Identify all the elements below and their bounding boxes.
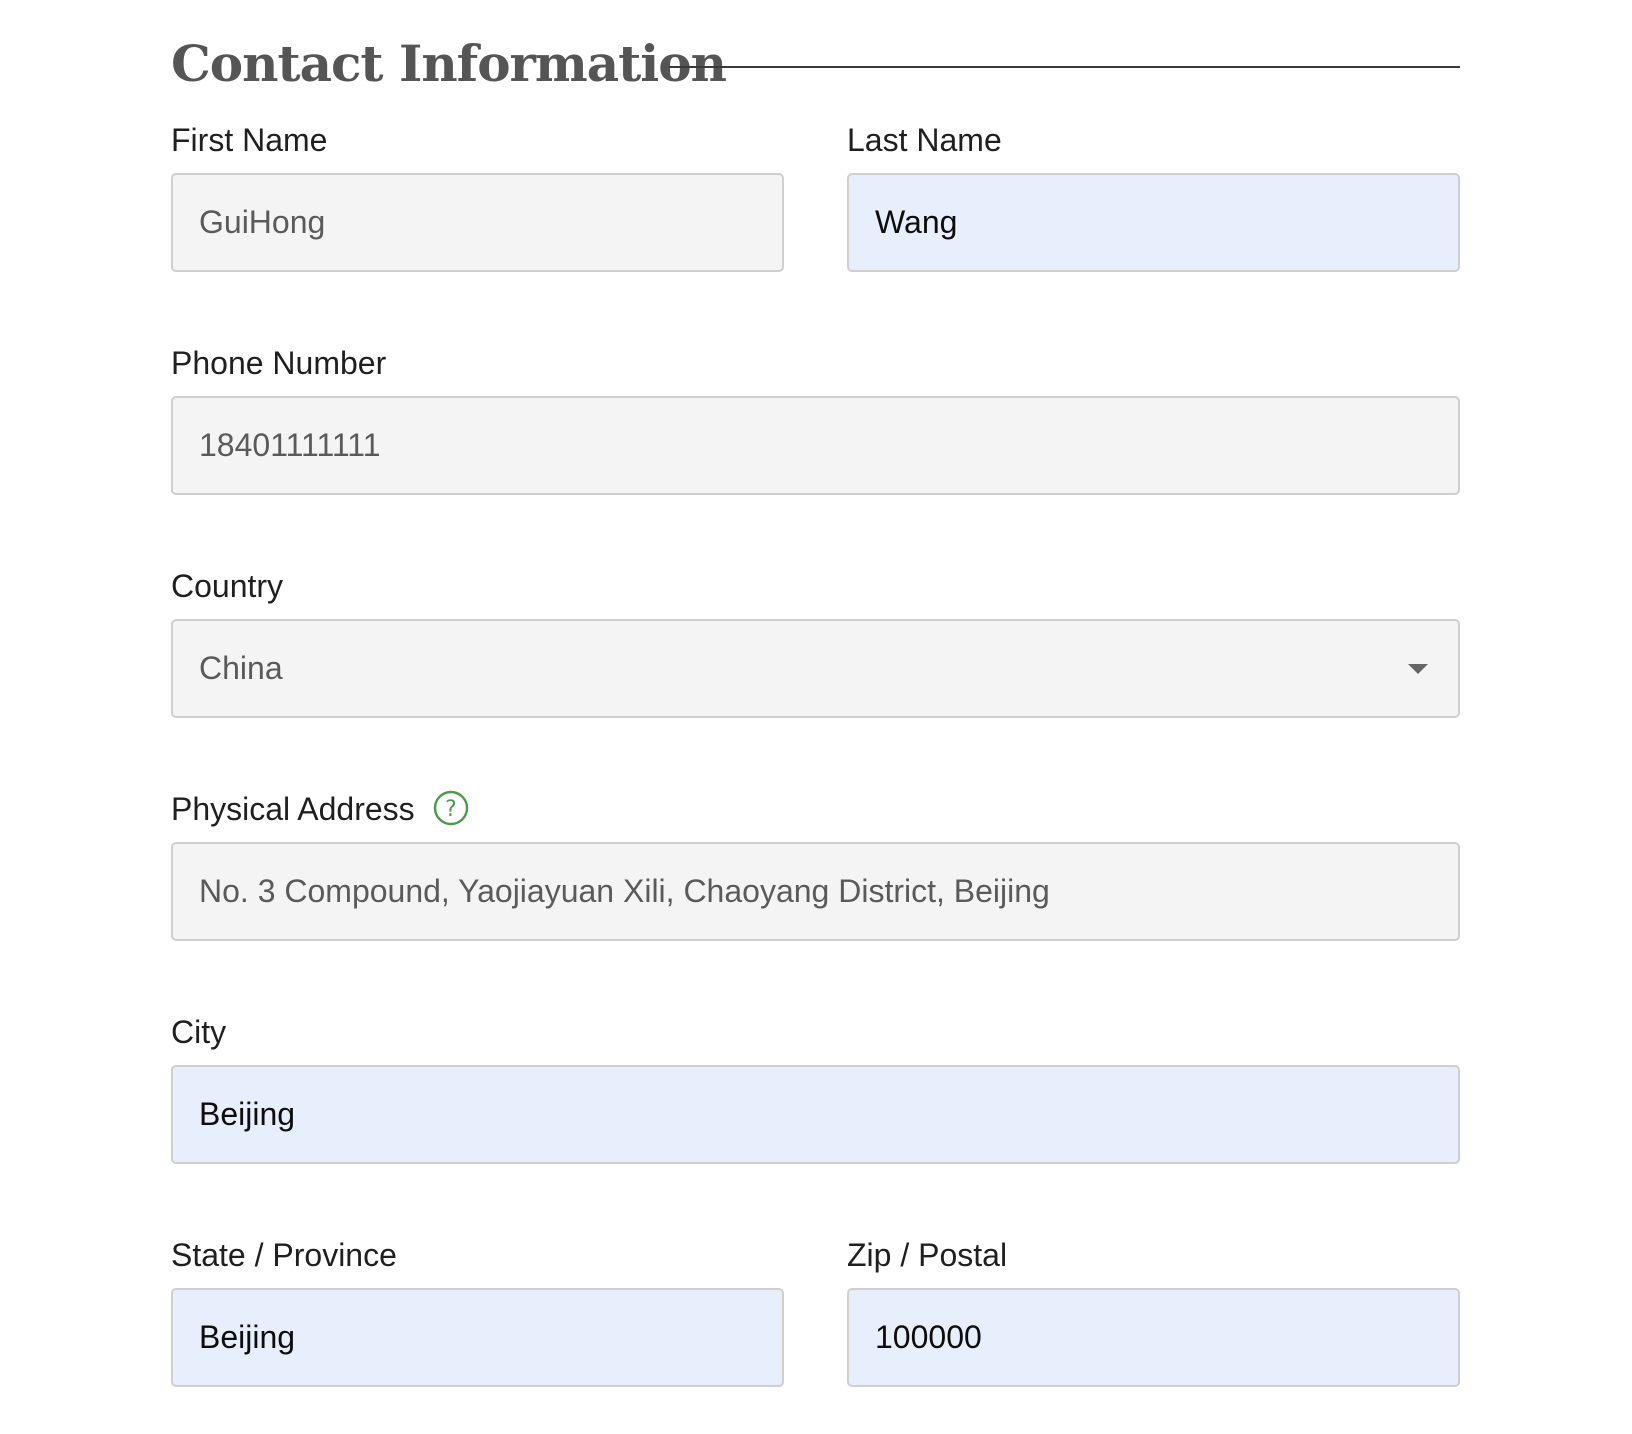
section-title: Contact Information	[171, 34, 727, 93]
chevron-down-icon[interactable]	[1408, 663, 1428, 674]
state-province-input[interactable]: Beijing	[171, 1288, 784, 1387]
city-label: City	[171, 1014, 227, 1050]
country-selected-value: China	[199, 650, 283, 686]
zip-postal-label: Zip / Postal	[847, 1237, 1008, 1273]
zip-postal-input[interactable]: 100000	[847, 1288, 1460, 1387]
svg-text:?: ?	[445, 797, 457, 822]
state-province-label: State / Province	[171, 1237, 397, 1273]
physical-address-label: Physical Address	[171, 791, 415, 827]
last-name-input[interactable]: Wang	[847, 173, 1460, 272]
question-circle-icon[interactable]: ?	[433, 790, 469, 826]
country-label: Country	[171, 568, 284, 604]
section-divider	[669, 66, 1460, 68]
contact-information-form: Contact Information First Name GuiHong L…	[171, 30, 1460, 1387]
country-select[interactable]: China	[171, 619, 1460, 718]
first-name-label: First Name	[171, 122, 328, 158]
section-header: Contact Information	[171, 30, 1460, 108]
first-name-input[interactable]: GuiHong	[171, 173, 784, 272]
phone-number-label: Phone Number	[171, 345, 387, 381]
phone-number-input[interactable]: 18401111111	[171, 396, 1460, 495]
last-name-label: Last Name	[847, 122, 1002, 158]
city-input[interactable]: Beijing	[171, 1065, 1460, 1164]
physical-address-input[interactable]: No. 3 Compound, Yaojiayuan Xili, Chaoyan…	[171, 842, 1460, 941]
